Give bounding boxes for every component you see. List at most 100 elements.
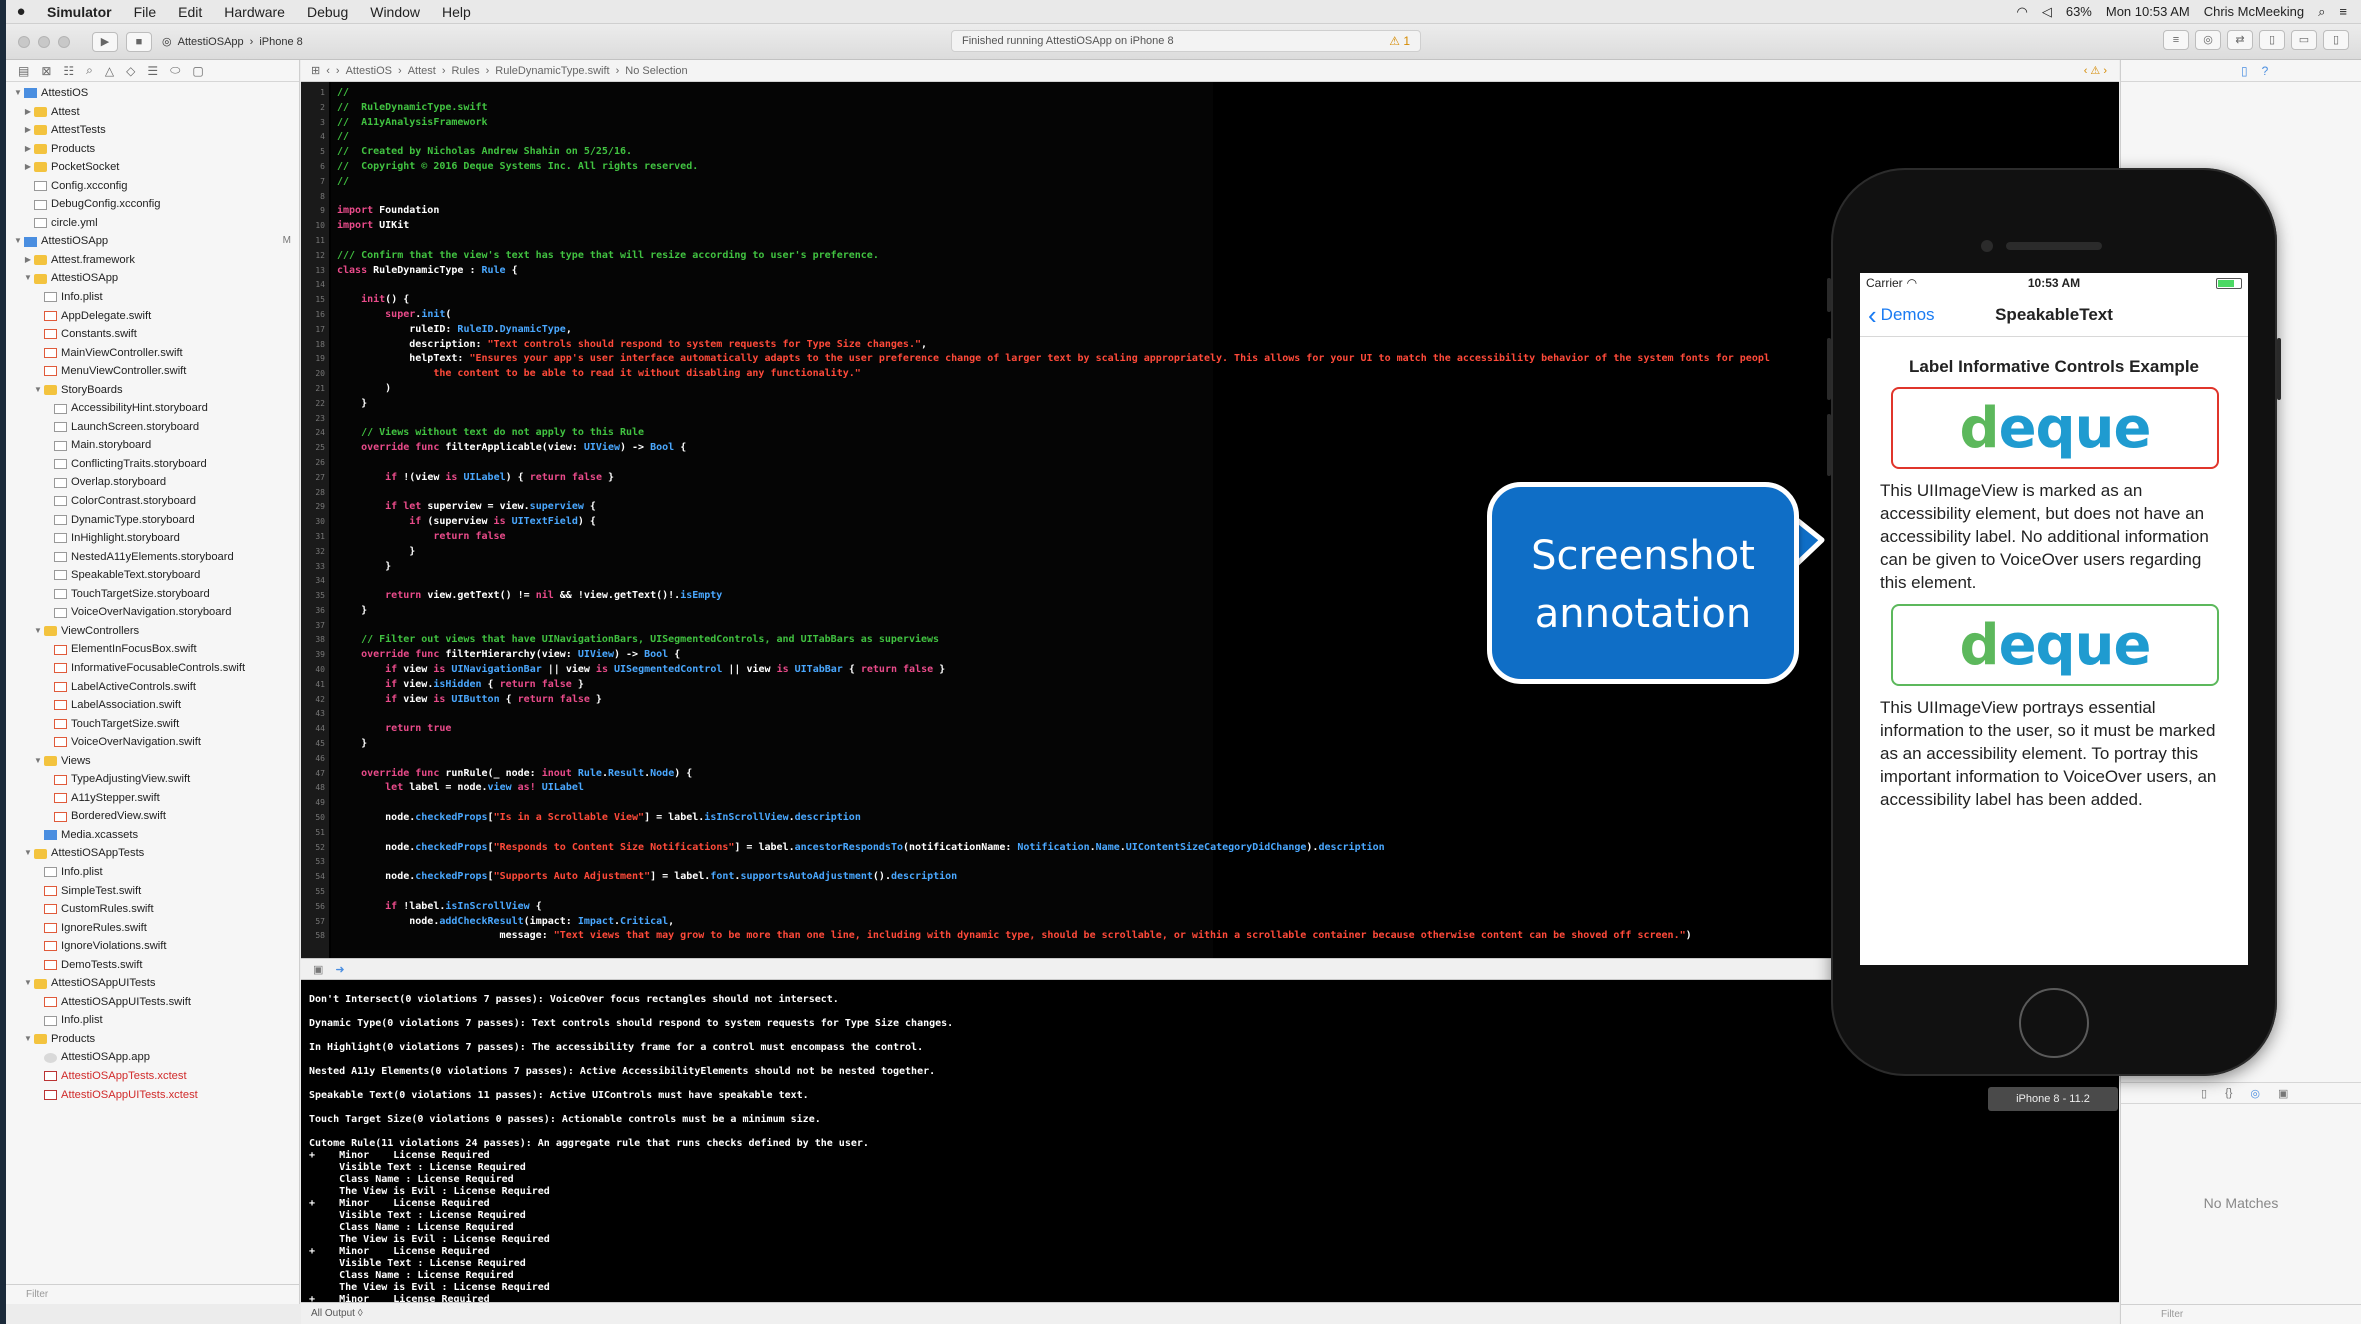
tree-row[interactable]: LaunchScreen.storyboard	[6, 418, 299, 437]
zoom-window-button[interactable]	[58, 35, 70, 48]
run-button[interactable]: ▶	[92, 31, 118, 52]
jump-item-group[interactable]: Attest	[408, 65, 436, 77]
tree-row[interactable]: Info.plist	[6, 863, 299, 882]
tree-row[interactable]: circle.yml	[6, 214, 299, 233]
disclosure-triangle-icon[interactable]: ▼	[22, 269, 34, 288]
disclosure-triangle-icon[interactable]: ▼	[32, 752, 44, 771]
search-icon[interactable]: ⌕	[86, 63, 93, 78]
disclosure-triangle-icon[interactable]: ▼	[32, 622, 44, 641]
tree-row[interactable]: MainViewController.swift	[6, 344, 299, 363]
scheme-selector[interactable]: AttestiOSApp	[178, 36, 244, 48]
menu-simulator[interactable]: Simulator	[36, 0, 123, 24]
volume-icon[interactable]: ◁	[2042, 4, 2052, 20]
tree-row[interactable]: AppDelegate.swift	[6, 307, 299, 326]
tree-row[interactable]: VoiceOverNavigation.storyboard	[6, 603, 299, 622]
tree-row[interactable]: ConflictingTraits.storyboard	[6, 455, 299, 474]
menu-edit[interactable]: Edit	[167, 0, 213, 24]
test-icon[interactable]: ◇	[126, 64, 135, 78]
breakpoint-icon[interactable]: ⬭	[170, 63, 180, 78]
tree-row[interactable]: ▶ Attest	[6, 103, 299, 122]
menu-help[interactable]: Help	[431, 0, 482, 24]
tree-row[interactable]: TouchTargetSize.swift	[6, 715, 299, 734]
issue-icon[interactable]: △	[105, 64, 114, 78]
code-snippet-icon[interactable]: {}	[2225, 1087, 2232, 1099]
volume-down-button[interactable]	[1827, 414, 1831, 476]
minimize-window-button[interactable]	[38, 35, 50, 48]
menu-window[interactable]: Window	[359, 0, 431, 24]
disclosure-triangle-icon[interactable]: ▼	[12, 232, 24, 251]
tree-row[interactable]: SimpleTest.swift	[6, 882, 299, 901]
disclosure-triangle-icon[interactable]: ▶	[22, 158, 34, 177]
warning-badge[interactable]: ⚠ 1	[1389, 34, 1410, 48]
jump-item-project[interactable]: AttestiOS	[346, 65, 392, 77]
warning-icon[interactable]: ‹ ⚠ ›	[2084, 64, 2107, 77]
tree-row[interactable]: Overlap.storyboard	[6, 473, 299, 492]
tree-row[interactable]: Constants.swift	[6, 325, 299, 344]
tree-row[interactable]: IgnoreRules.swift	[6, 919, 299, 938]
disclosure-triangle-icon[interactable]: ▶	[22, 140, 34, 159]
tree-row[interactable]: ▼ AttestiOSAppUITests	[6, 974, 299, 993]
tree-row[interactable]: IgnoreViolations.swift	[6, 937, 299, 956]
tree-row[interactable]: AccessibilityHint.storyboard	[6, 399, 299, 418]
tree-row[interactable]: MenuViewController.swift	[6, 362, 299, 381]
tree-row[interactable]: AttestiOSAppUITests.swift	[6, 993, 299, 1012]
battery-percent[interactable]: 63%	[2066, 4, 2092, 19]
tree-row[interactable]: DebugConfig.xcconfig	[6, 195, 299, 214]
tree-row[interactable]: InformativeFocusableControls.swift	[6, 659, 299, 678]
tree-row[interactable]: ElementInFocusBox.swift	[6, 640, 299, 659]
tree-row[interactable]: AttestiOSAppTests.xctest	[6, 1067, 299, 1086]
tree-row[interactable]: A11yStepper.swift	[6, 789, 299, 808]
library-filter[interactable]: Filter	[2121, 1304, 2361, 1324]
tree-row[interactable]: ▶ AttestTests	[6, 121, 299, 140]
jump-item-folder[interactable]: Rules	[452, 65, 480, 77]
symbol-icon[interactable]: ☷	[63, 64, 74, 78]
tree-row[interactable]: AttestiOSApp.app	[6, 1048, 299, 1067]
tree-row[interactable]: ▼ AttestiOS	[6, 84, 299, 103]
tree-row[interactable]: ▶ Attest.framework	[6, 251, 299, 270]
tree-row[interactable]: VoiceOverNavigation.swift	[6, 733, 299, 752]
tree-row[interactable]: SpeakableText.storyboard	[6, 566, 299, 585]
tree-row[interactable]: AttestiOSAppUITests.xctest	[6, 1086, 299, 1105]
tree-row[interactable]: BorderedView.swift	[6, 807, 299, 826]
tree-row[interactable]: ▼ AttestiOSAppTests	[6, 844, 299, 863]
assistant-editor-icon[interactable]: ◎	[2195, 30, 2221, 50]
tree-row[interactable]: CustomRules.swift	[6, 900, 299, 919]
disclosure-triangle-icon[interactable]: ▼	[22, 974, 34, 993]
tree-row[interactable]: ▶ PocketSocket	[6, 158, 299, 177]
source-control-icon[interactable]: ⊠	[41, 64, 51, 78]
back-button[interactable]: ‹ Demos	[1868, 302, 1935, 328]
tree-row[interactable]: ▼ AttestiOSApp M	[6, 232, 299, 251]
deque-logo-image-labeled[interactable]: d eque	[1891, 604, 2219, 686]
disclosure-triangle-icon[interactable]: ▼	[22, 844, 34, 863]
quick-help-icon[interactable]: ?	[2262, 64, 2269, 78]
close-window-button[interactable]	[18, 35, 30, 48]
tree-row[interactable]: Info.plist	[6, 288, 299, 307]
menu-hardware[interactable]: Hardware	[213, 0, 296, 24]
menu-clock[interactable]: Mon 10:53 AM	[2106, 4, 2190, 19]
inspector-toggle-icon[interactable]: ▯	[2323, 30, 2349, 50]
file-inspector-icon[interactable]: ▯	[2241, 64, 2248, 78]
forward-arrow-icon[interactable]: ›	[336, 65, 340, 77]
home-button[interactable]	[2019, 988, 2089, 1058]
back-arrow-icon[interactable]: ‹	[326, 65, 330, 77]
tree-row[interactable]: NestedA11yElements.storyboard	[6, 548, 299, 567]
folder-icon[interactable]: ▤	[18, 64, 29, 78]
tree-row[interactable]: ▼ Products	[6, 1030, 299, 1049]
jump-item-selection[interactable]: No Selection	[625, 65, 687, 77]
output-filter-select[interactable]: All Output ◊	[311, 1308, 363, 1319]
volume-up-button[interactable]	[1827, 338, 1831, 400]
version-editor-icon[interactable]: ⇄	[2227, 30, 2253, 50]
tree-row[interactable]: ▼ StoryBoards	[6, 381, 299, 400]
disclosure-triangle-icon[interactable]: ▼	[12, 84, 24, 103]
tree-row[interactable]: ▼ AttestiOSApp	[6, 269, 299, 288]
breakpoints-toggle-icon[interactable]: ➜	[335, 963, 344, 976]
menu-user[interactable]: Chris McMeeking	[2204, 4, 2304, 19]
menu-file[interactable]: File	[123, 0, 168, 24]
tree-row[interactable]: TouchTargetSize.storyboard	[6, 585, 299, 604]
disclosure-triangle-icon[interactable]: ▼	[32, 381, 44, 400]
debug-toggle-icon[interactable]: ▭	[2291, 30, 2317, 50]
power-button[interactable]	[2277, 338, 2281, 400]
wifi-icon[interactable]: ◠	[2017, 4, 2028, 20]
notification-center-icon[interactable]: ≡	[2339, 4, 2347, 19]
tree-row[interactable]: ▼ ViewControllers	[6, 622, 299, 641]
